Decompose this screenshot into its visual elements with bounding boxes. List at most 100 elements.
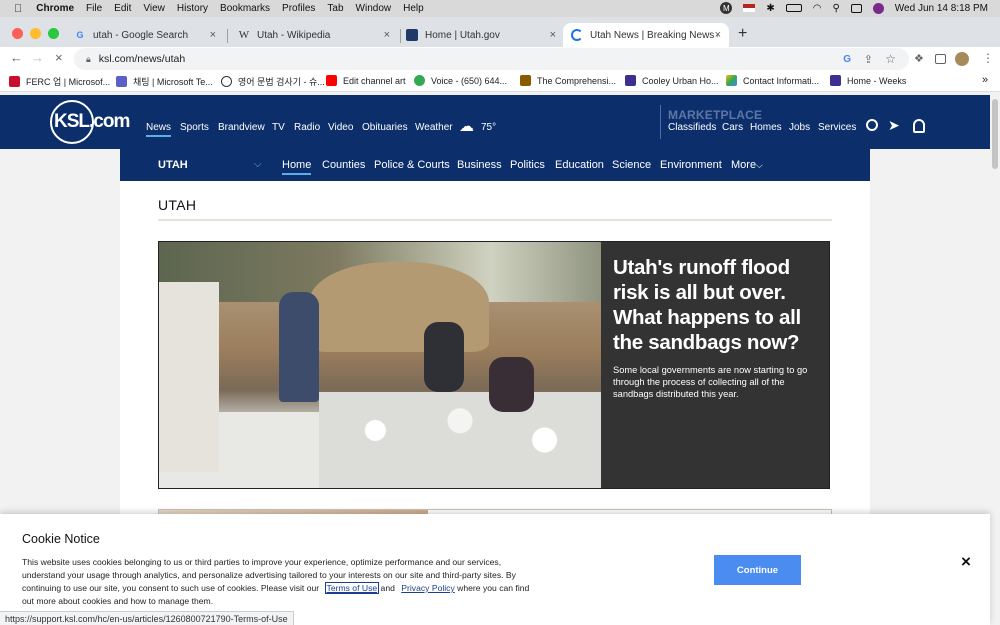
nav-cars[interactable]: Cars	[722, 122, 743, 133]
section-chevron-down-icon[interactable]: ⌵	[254, 159, 262, 170]
nav-radio[interactable]: Radio	[294, 122, 320, 133]
send-icon[interactable]: ➤	[888, 117, 900, 134]
bookmark-cooley[interactable]: Cooley Urban Ho...	[625, 75, 719, 86]
subnav-home[interactable]: Home	[282, 159, 312, 175]
page-scrollbar[interactable]	[990, 95, 1000, 625]
menu-edit[interactable]: Edit	[114, 3, 131, 14]
nav-sports[interactable]: Sports	[180, 122, 209, 133]
nav-weather[interactable]: Weather	[415, 122, 453, 133]
tab-utah-gov[interactable]: Home | Utah.gov ×	[398, 23, 564, 47]
browser-toolbar: ← → × 🔒︎ ksl.com/news/utah G ⇪ ☆ ❖ ⋮	[0, 47, 1000, 71]
account-user-icon[interactable]	[913, 119, 925, 133]
ksl-logo-text[interactable]: KSL.com	[54, 111, 130, 133]
close-tab-icon[interactable]: ×	[384, 29, 390, 41]
tab-google-search[interactable]: G utah - Google Search ×	[66, 23, 224, 47]
section-selector[interactable]: UTAH	[158, 159, 188, 171]
apple-icon[interactable]: 	[14, 3, 22, 15]
nav-services[interactable]: Services	[818, 122, 856, 133]
link-status-bar: https://support.ksl.com/hc/en-us/article…	[0, 611, 294, 625]
share-icon[interactable]: ⇪	[864, 53, 873, 66]
tab-wikipedia[interactable]: W Utah - Wikipedia ×	[230, 23, 398, 47]
lead-story-photo[interactable]	[159, 242, 601, 488]
menu-history[interactable]: History	[177, 3, 208, 14]
nav-jobs[interactable]: Jobs	[789, 122, 810, 133]
site-info-icon[interactable]: 🔒︎	[86, 54, 91, 65]
close-icon[interactable]: ×	[961, 552, 971, 572]
nav-homes[interactable]: Homes	[750, 122, 782, 133]
bookmark-google-voice[interactable]: Voice - (650) 644...	[414, 75, 507, 86]
search-icon[interactable]	[866, 119, 878, 131]
close-tab-icon[interactable]: ×	[210, 29, 216, 41]
bookmark-grammar-checker[interactable]: 영어 문법 검사기 - 슈...	[221, 75, 325, 88]
tab-title: Utah - Wikipedia	[257, 29, 331, 41]
subnav-science[interactable]: Science	[612, 159, 651, 171]
bookmark-contact-info[interactable]: Contact Informati...	[726, 75, 819, 86]
more-bookmarks-chevron-icon[interactable]: »	[982, 74, 988, 86]
notification-icon[interactable]	[872, 2, 884, 14]
nav-brandview[interactable]: Brandview	[218, 122, 265, 133]
subnav-more[interactable]: More	[731, 159, 756, 171]
bookmark-comprehensive[interactable]: The Comprehensi...	[520, 75, 616, 86]
profile-avatar-icon[interactable]	[955, 52, 969, 66]
subnav-environment[interactable]: Environment	[660, 159, 722, 171]
subnav-police-courts[interactable]: Police & Courts	[374, 159, 450, 171]
close-tab-icon[interactable]: ×	[715, 29, 721, 41]
extensions-puzzle-icon[interactable]: ❖	[914, 52, 924, 65]
lead-story-card[interactable]: Utah's runoff flood risk is all but over…	[158, 241, 830, 489]
subnav-business[interactable]: Business	[457, 159, 502, 171]
menu-app-name[interactable]: Chrome	[36, 3, 74, 14]
clock-datetime[interactable]: Wed Jun 14 8:18 PM	[895, 3, 988, 14]
nav-news[interactable]: News	[146, 122, 172, 137]
continue-button[interactable]: Continue	[714, 555, 801, 585]
profile-m-icon[interactable]: M	[720, 2, 733, 14]
menu-file[interactable]: File	[86, 3, 102, 14]
ksl-site-header: KSL.com News Sports Brandview TV Radio V…	[0, 95, 990, 149]
minimize-window-button[interactable]	[30, 28, 41, 39]
battery-icon[interactable]	[785, 4, 802, 12]
address-bar[interactable]: 🔒︎ ksl.com/news/utah G ⇪ ☆	[74, 48, 909, 70]
forward-arrow-icon[interactable]: →	[31, 50, 44, 65]
close-tab-icon[interactable]: ×	[550, 29, 556, 41]
menu-help[interactable]: Help	[403, 3, 424, 14]
url-text[interactable]: ksl.com/news/utah	[99, 53, 185, 65]
control-center-icon[interactable]	[850, 3, 862, 13]
subnav-education[interactable]: Education	[555, 159, 604, 171]
wikipedia-icon: W	[238, 29, 250, 41]
flag-icon[interactable]	[743, 4, 756, 12]
new-tab-plus-icon[interactable]: +	[738, 25, 747, 43]
menu-tab[interactable]: Tab	[327, 3, 343, 14]
nav-tv[interactable]: TV	[272, 122, 285, 133]
tab-title: Home | Utah.gov	[425, 29, 500, 41]
bookmark-star-icon[interactable]: ☆	[885, 52, 896, 66]
close-window-button[interactable]	[12, 28, 23, 39]
bookmark-teams-chat[interactable]: 채팅 | Microsoft Te...	[116, 75, 213, 88]
spotlight-search-icon[interactable]: ⚲	[832, 3, 839, 14]
menu-view[interactable]: View	[143, 3, 165, 14]
bookmark-home-weeks[interactable]: Home - Weeks	[830, 75, 906, 86]
back-arrow-icon[interactable]: ←	[10, 50, 23, 65]
bookmark-ferc[interactable]: FERC 업 | Microsof...	[9, 75, 110, 88]
nav-classifieds[interactable]: Classifieds	[668, 122, 716, 133]
menu-profiles[interactable]: Profiles	[282, 3, 315, 14]
wifi-icon[interactable]: ◠	[813, 3, 822, 14]
terms-of-use-link[interactable]: Terms of Use	[324, 582, 380, 594]
nav-obituaries[interactable]: Obituaries	[362, 122, 408, 133]
bluetooth-icon[interactable]: ✱	[766, 3, 774, 14]
subnav-counties[interactable]: Counties	[322, 159, 365, 171]
subnav-politics[interactable]: Politics	[510, 159, 545, 171]
google-lens-icon[interactable]: G	[843, 54, 851, 65]
bookmark-edit-channel-art[interactable]: Edit channel art	[326, 75, 406, 86]
scrollbar-thumb[interactable]	[992, 99, 998, 169]
more-chevron-down-icon[interactable]: ⌵	[756, 160, 763, 171]
side-panel-icon[interactable]	[935, 54, 946, 64]
lead-story-headline[interactable]: Utah's runoff flood risk is all but over…	[613, 255, 818, 355]
nav-video[interactable]: Video	[328, 122, 353, 133]
maximize-window-button[interactable]	[48, 28, 59, 39]
tab-ksl-news[interactable]: Utah News | Breaking News & I ×	[563, 23, 729, 47]
stop-loading-icon[interactable]: ×	[55, 50, 63, 65]
chrome-menu-icon[interactable]: ⋮	[982, 51, 994, 65]
privacy-policy-link[interactable]: Privacy Policy	[401, 583, 454, 593]
page-icon	[625, 75, 636, 86]
menu-window[interactable]: Window	[356, 3, 392, 14]
menu-bookmarks[interactable]: Bookmarks	[220, 3, 270, 14]
